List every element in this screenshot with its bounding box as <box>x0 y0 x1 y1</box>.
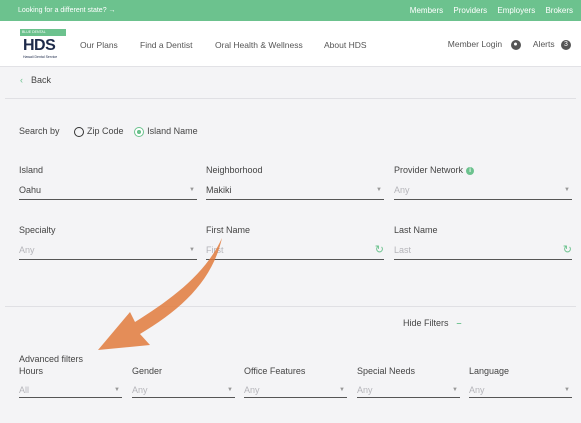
annotation-arrow-shape <box>98 238 222 350</box>
annotation-arrow <box>98 238 222 350</box>
